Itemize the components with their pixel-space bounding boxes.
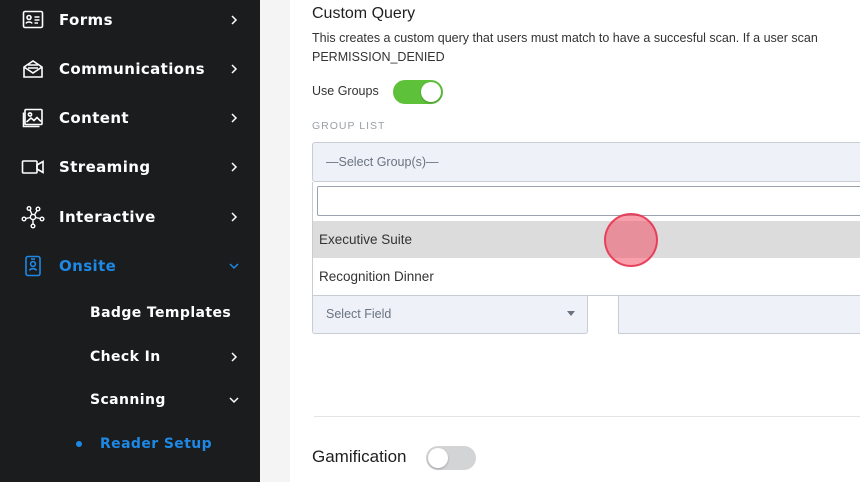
chevron-down-icon bbox=[228, 394, 240, 406]
toggle-knob bbox=[428, 448, 448, 468]
badge-icon bbox=[20, 253, 46, 279]
image-icon bbox=[20, 105, 46, 131]
active-bullet-icon bbox=[76, 441, 82, 447]
form-icon bbox=[20, 7, 46, 33]
sidebar: Forms Communications Content Streaming I… bbox=[0, 0, 260, 482]
video-camera-icon bbox=[20, 154, 46, 180]
toggle-knob bbox=[421, 82, 441, 102]
sidebar-subitem-reader-setup[interactable]: Reader Setup bbox=[0, 424, 260, 464]
group-option-recognition-dinner[interactable]: Recognition Dinner bbox=[313, 258, 860, 295]
sidebar-subitem-badge-templates[interactable]: Badge Templates bbox=[0, 293, 260, 333]
field-value-input[interactable] bbox=[618, 296, 860, 334]
sidebar-item-label: Communications bbox=[59, 60, 205, 78]
sidebar-item-label: Streaming bbox=[59, 158, 151, 176]
sidebar-item-label: Content bbox=[59, 109, 129, 127]
sidebar-subitem-scanning[interactable]: Scanning bbox=[0, 380, 260, 420]
chevron-right-icon bbox=[228, 351, 240, 363]
chevron-right-icon bbox=[228, 161, 240, 173]
chevron-down-icon bbox=[228, 260, 240, 272]
caret-down-icon bbox=[567, 311, 575, 316]
custom-query-description-code: PERMISSION_DENIED bbox=[312, 50, 445, 64]
sidebar-subitem-check-in[interactable]: Check In bbox=[0, 337, 260, 377]
group-dropdown: Executive Suite Recognition Dinner bbox=[312, 182, 860, 296]
sidebar-subitem-label: Badge Templates bbox=[90, 305, 232, 321]
sidebar-subitem-label: Check In bbox=[90, 349, 161, 365]
sidebar-item-streaming[interactable]: Streaming bbox=[0, 147, 260, 187]
custom-query-title: Custom Query bbox=[312, 5, 416, 22]
sidebar-item-label: Interactive bbox=[59, 208, 156, 226]
sidebar-item-label: Onsite bbox=[59, 257, 117, 275]
sidebar-subitem-label: Reader Setup bbox=[100, 436, 213, 452]
sidebar-item-communications[interactable]: Communications bbox=[0, 49, 260, 89]
sidebar-item-label: Forms bbox=[59, 11, 113, 29]
gamification-label: Gamification bbox=[312, 447, 407, 466]
sidebar-item-onsite[interactable]: Onsite bbox=[0, 246, 260, 286]
sidebar-subitem-label: Scanning bbox=[90, 392, 166, 408]
chevron-right-icon bbox=[228, 211, 240, 223]
group-select-placeholder: —Select Group(s)— bbox=[326, 155, 439, 169]
network-icon bbox=[20, 204, 46, 230]
main-content: Custom Query This creates a custom query… bbox=[260, 0, 860, 482]
group-select[interactable]: —Select Group(s)— bbox=[312, 142, 860, 182]
group-search-input[interactable] bbox=[317, 186, 860, 216]
use-groups-label: Use Groups bbox=[312, 84, 379, 98]
field-select-placeholder: Select Field bbox=[326, 307, 392, 321]
sidebar-item-interactive[interactable]: Interactive bbox=[0, 197, 260, 237]
envelope-icon bbox=[20, 56, 46, 82]
sidebar-item-content[interactable]: Content bbox=[0, 98, 260, 138]
group-option-executive-suite[interactable]: Executive Suite bbox=[313, 221, 860, 258]
group-list-label: GROUP LIST bbox=[312, 120, 386, 132]
chevron-right-icon bbox=[228, 112, 240, 124]
custom-query-description: This creates a custom query that users m… bbox=[312, 31, 818, 45]
sidebar-item-forms[interactable]: Forms bbox=[0, 0, 260, 40]
field-select[interactable]: Select Field bbox=[312, 296, 588, 334]
section-divider bbox=[314, 416, 860, 417]
chevron-right-icon bbox=[228, 14, 240, 26]
chevron-right-icon bbox=[228, 63, 240, 75]
use-groups-toggle[interactable] bbox=[393, 80, 443, 104]
gamification-toggle[interactable] bbox=[426, 446, 476, 470]
